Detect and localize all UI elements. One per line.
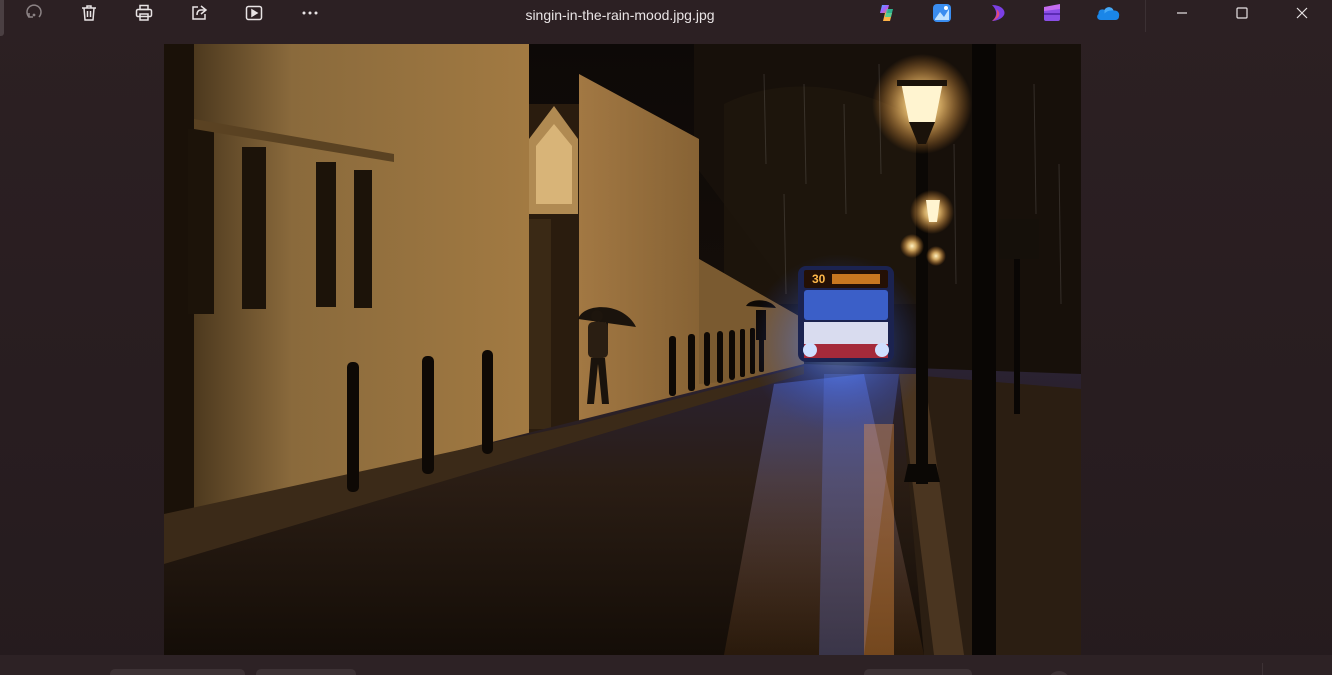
maximize-button[interactable] xyxy=(1213,0,1271,30)
rotate-icon xyxy=(24,3,44,28)
info-toggle[interactable] xyxy=(256,669,356,675)
minimize-icon xyxy=(1176,6,1188,24)
onedrive-button[interactable] xyxy=(1094,4,1122,26)
minimize-button[interactable] xyxy=(1153,0,1211,30)
image-editor-button[interactable] xyxy=(930,3,954,28)
more-icon xyxy=(300,3,320,28)
trash-icon xyxy=(79,3,99,28)
slideshow-icon xyxy=(244,3,264,28)
delete-button[interactable] xyxy=(69,0,109,30)
rainy-street-photo: 30 xyxy=(164,44,1081,655)
zoom-control[interactable] xyxy=(864,669,972,675)
more-options-button[interactable] xyxy=(290,0,330,30)
copilot-icon xyxy=(876,3,898,28)
bus: 30 xyxy=(749,254,929,434)
slideshow-button[interactable] xyxy=(234,0,274,30)
maximize-icon xyxy=(1236,6,1248,24)
print-button[interactable] xyxy=(124,0,164,30)
zoom-knob[interactable] xyxy=(1048,671,1070,675)
close-icon xyxy=(1296,6,1308,24)
filmstrip-toggle[interactable] xyxy=(110,669,245,675)
clipchamp-icon xyxy=(1042,3,1062,28)
copilot-button[interactable] xyxy=(875,4,899,26)
window-title: singin-in-the-rain-mood.jpg.jpg xyxy=(525,7,715,23)
bottom-toolbar xyxy=(0,655,1332,675)
rotate-button[interactable] xyxy=(14,0,54,30)
image-editor-icon xyxy=(932,3,952,28)
clipchamp-button[interactable] xyxy=(1040,3,1064,28)
close-button[interactable] xyxy=(1273,0,1331,30)
designer-icon xyxy=(988,3,1008,28)
photos-app-window: singin-in-the-rain-mood.jpg.jpg 30 xyxy=(0,0,1332,675)
bus-route-number: 30 xyxy=(812,272,826,286)
bottom-divider xyxy=(1262,663,1263,675)
photo-viewer-image[interactable]: 30 xyxy=(164,44,1081,655)
share-icon xyxy=(189,3,209,28)
share-button[interactable] xyxy=(179,0,219,30)
onedrive-icon xyxy=(1095,4,1121,27)
toolbar-divider xyxy=(1145,0,1146,32)
designer-button[interactable] xyxy=(986,4,1010,26)
title-bar: singin-in-the-rain-mood.jpg.jpg xyxy=(0,0,1332,32)
print-icon xyxy=(134,3,154,28)
